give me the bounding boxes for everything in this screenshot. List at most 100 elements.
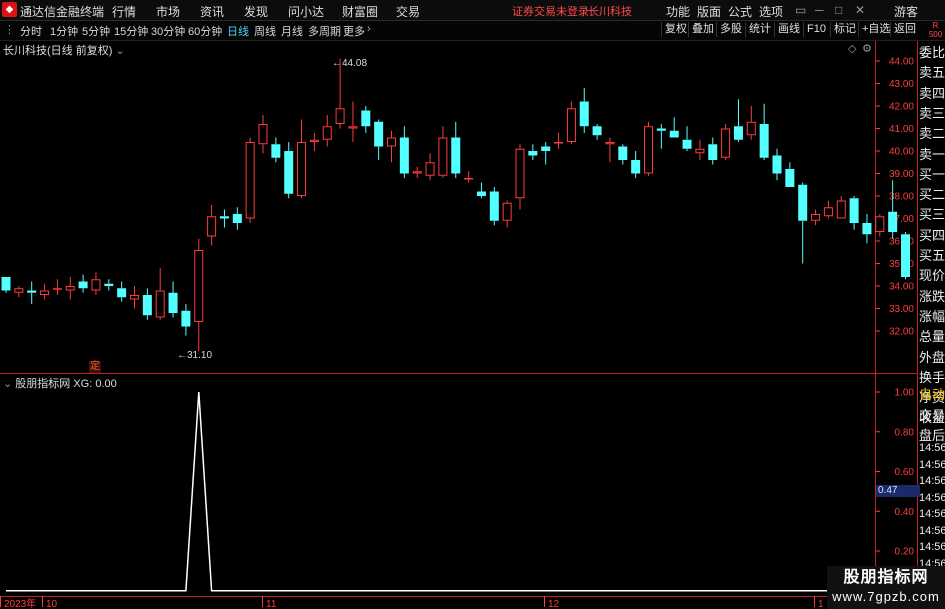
candle-body-up bbox=[387, 137, 396, 147]
candle-body-down bbox=[451, 137, 461, 174]
btn-mark[interactable]: 标记 bbox=[830, 22, 859, 37]
menu-options[interactable]: 选项 bbox=[759, 3, 783, 20]
candle bbox=[502, 200, 512, 228]
period-weekly[interactable]: 周线 bbox=[254, 23, 276, 39]
maximize-icon[interactable]: □ bbox=[835, 3, 842, 17]
low-price-value: 31.10 bbox=[187, 350, 213, 361]
login-warning[interactable]: 证券交易未登录 bbox=[512, 3, 589, 19]
minimize-icon[interactable]: ─ bbox=[815, 3, 824, 17]
candle bbox=[207, 205, 217, 246]
period-15min[interactable]: 15分钟 bbox=[114, 23, 148, 39]
side-time: 14:56 bbox=[919, 541, 945, 553]
period-more[interactable]: 更多 bbox=[343, 23, 365, 39]
side-item[interactable]: 买四 bbox=[919, 225, 945, 244]
side-lower-item[interactable]: 自动 bbox=[919, 384, 945, 403]
candle bbox=[605, 137, 615, 163]
period-intraday[interactable]: 分时 bbox=[20, 23, 42, 39]
btn-adjust[interactable]: 复权 bbox=[661, 22, 690, 37]
btn-watchlist[interactable]: +自选 bbox=[858, 22, 893, 37]
close-icon[interactable]: ✕ bbox=[855, 3, 865, 17]
candle bbox=[194, 238, 204, 352]
period-1min[interactable]: 1分钟 bbox=[50, 23, 78, 39]
side-item[interactable]: 卖二 bbox=[919, 123, 945, 142]
side-time: 14:56 bbox=[919, 508, 945, 520]
settings-icon[interactable]: ⚙ bbox=[862, 42, 872, 55]
side-item[interactable]: 涨幅 bbox=[919, 306, 945, 325]
menu-wealth[interactable]: 财富圈 bbox=[342, 3, 378, 20]
candle bbox=[451, 121, 461, 178]
menu-formula[interactable]: 公式 bbox=[728, 3, 752, 20]
side-time: 14:56 bbox=[919, 491, 945, 504]
candle bbox=[798, 182, 808, 264]
candle-body-up bbox=[438, 137, 448, 176]
candle bbox=[40, 283, 50, 300]
guest-label[interactable]: 游客 bbox=[894, 3, 918, 20]
candle-body-down bbox=[168, 292, 178, 313]
price-tick-label: 42.00 bbox=[889, 102, 914, 113]
menu-news[interactable]: 资讯 bbox=[200, 3, 224, 20]
side-item[interactable]: 买一 bbox=[919, 164, 945, 183]
candle-body-down bbox=[798, 184, 808, 221]
indicator-dropdown-icon[interactable]: ⌄ bbox=[3, 378, 12, 390]
candle-body-up bbox=[155, 290, 165, 318]
candle bbox=[232, 207, 242, 230]
candle bbox=[65, 277, 75, 300]
side-item[interactable]: 买二 bbox=[919, 184, 945, 203]
menu-layout[interactable]: 版面 bbox=[697, 3, 721, 20]
side-item[interactable]: 卖一 bbox=[919, 144, 945, 163]
candle-body-down bbox=[862, 223, 872, 235]
candle-body-up bbox=[322, 126, 332, 140]
period-daily[interactable]: 日线 bbox=[227, 23, 249, 39]
side-item[interactable]: 换手 bbox=[919, 367, 945, 386]
side-item[interactable]: 卖五 bbox=[919, 62, 945, 81]
menu-trade[interactable]: 交易 bbox=[396, 3, 420, 20]
more-chevron-icon[interactable]: › bbox=[367, 23, 371, 35]
btn-overlay[interactable]: 叠加 bbox=[688, 22, 717, 37]
window-menu-icon[interactable]: ▭ bbox=[795, 3, 806, 17]
btn-f10[interactable]: F10 bbox=[803, 22, 829, 37]
level2-badge[interactable]: R 500 bbox=[926, 21, 945, 40]
candle bbox=[91, 272, 101, 295]
diamond-icon[interactable]: ◇ bbox=[848, 42, 856, 55]
period-monthly[interactable]: 月线 bbox=[281, 23, 303, 39]
side-item[interactable]: 买三 bbox=[919, 204, 945, 223]
chart-header[interactable]: 长川科技(日线 前复权) ⌄ bbox=[3, 42, 125, 58]
side-item[interactable]: 总量 bbox=[919, 326, 945, 345]
indicator-header[interactable]: ⌄ 股朋指标网 XG: 0.00 bbox=[3, 375, 117, 391]
candle bbox=[849, 196, 859, 230]
side-item[interactable]: 卖四 bbox=[919, 83, 945, 102]
price-tick-label: 39.00 bbox=[889, 169, 914, 180]
candle bbox=[541, 142, 551, 165]
menu-function[interactable]: 功能 bbox=[666, 3, 690, 20]
side-item[interactable]: 委比 bbox=[919, 42, 945, 61]
candle-body-up bbox=[566, 108, 576, 142]
chart-area[interactable]: 44.0043.0042.0041.0040.0039.0038.0037.00… bbox=[0, 41, 945, 609]
header-dropdown-icon[interactable]: ⌄ bbox=[115, 45, 124, 57]
btn-multistock[interactable]: 多股 bbox=[716, 22, 745, 37]
btn-back[interactable]: 返回 bbox=[890, 22, 919, 37]
period-60min[interactable]: 60分钟 bbox=[188, 23, 222, 39]
side-item[interactable]: 现价 bbox=[919, 265, 945, 284]
side-item[interactable]: 涨跌 bbox=[919, 286, 945, 305]
btn-draw[interactable]: 画线 bbox=[774, 22, 803, 37]
candle bbox=[284, 142, 294, 199]
candle bbox=[708, 137, 718, 165]
period-multi[interactable]: 多周期 bbox=[308, 23, 341, 39]
candle bbox=[271, 137, 281, 163]
side-lower-item[interactable]: 交易 bbox=[919, 405, 945, 424]
candle bbox=[618, 144, 628, 165]
menu-quotes[interactable]: 行情 bbox=[112, 3, 136, 20]
period-5min[interactable]: 5分钟 bbox=[82, 23, 110, 39]
menu-market[interactable]: 市场 bbox=[156, 3, 180, 20]
event-marker[interactable]: 定 bbox=[89, 361, 101, 373]
candle-body-up bbox=[425, 162, 435, 176]
side-item[interactable]: 卖三 bbox=[919, 103, 945, 122]
candle bbox=[78, 274, 88, 293]
menu-ask[interactable]: 问小达 bbox=[288, 3, 324, 20]
side-item[interactable]: 买五 bbox=[919, 245, 945, 264]
period-30min[interactable]: 30分钟 bbox=[151, 23, 185, 39]
btn-stats[interactable]: 统计 bbox=[745, 22, 774, 37]
side-item[interactable]: 外盘 bbox=[919, 347, 945, 366]
candle-body-down bbox=[104, 283, 114, 286]
menu-discover[interactable]: 发现 bbox=[244, 3, 268, 20]
